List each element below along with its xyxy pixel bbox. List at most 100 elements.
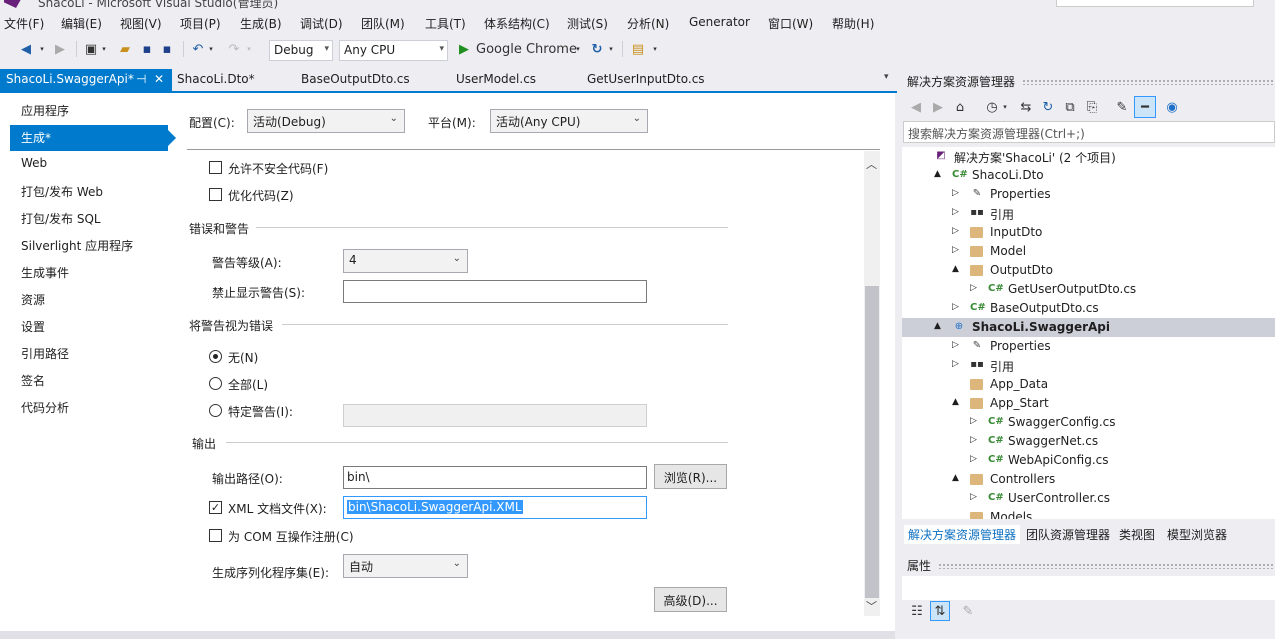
- tree-node[interactable]: App_Data: [902, 375, 1275, 394]
- advanced-button[interactable]: 高级(D)...: [654, 587, 727, 612]
- expand-arrow-icon[interactable]: ▷: [970, 435, 977, 445]
- tree-node[interactable]: ▲ C# ShacoLi.Dto: [902, 166, 1275, 185]
- new-project-dropdown-icon[interactable]: ▾: [100, 40, 108, 58]
- save-icon[interactable]: ▪: [138, 40, 156, 58]
- nav-settings[interactable]: 设置: [10, 314, 168, 340]
- solution-search-input[interactable]: 搜索解决方案资源管理器(Ctrl+;): [903, 121, 1275, 143]
- pending-changes-filter-icon[interactable]: ◷: [984, 98, 1000, 116]
- toolbar-overflow-icon[interactable]: ▾: [651, 40, 659, 58]
- expand-arrow-icon[interactable]: ▷: [952, 245, 959, 255]
- tab-solution-explorer[interactable]: 解决方案资源管理器: [904, 525, 1021, 544]
- tree-node[interactable]: ▷ C# SwaggerConfig.cs: [902, 413, 1275, 432]
- undo-dropdown-icon[interactable]: ▾: [207, 40, 215, 58]
- save-all-icon[interactable]: ▪: [158, 40, 176, 58]
- tab-class-view[interactable]: 类视图: [1115, 525, 1159, 544]
- menu-view[interactable]: 视图(V): [120, 14, 162, 33]
- quick-launch-input[interactable]: [1056, 0, 1254, 7]
- expand-arrow-icon[interactable]: ▷: [970, 283, 977, 293]
- filter-dropdown-icon[interactable]: ▾: [1001, 98, 1009, 116]
- menu-project[interactable]: 项目(P): [180, 14, 221, 33]
- nav-build-events[interactable]: 生成事件: [10, 260, 168, 286]
- preview-selected-icon[interactable]: ━: [1134, 96, 1156, 118]
- browse-button[interactable]: 浏览(R)...: [654, 464, 727, 489]
- tree-node[interactable]: ▷ Model: [902, 242, 1275, 261]
- tree-node[interactable]: ▲ OutputDto: [902, 261, 1275, 280]
- close-icon[interactable]: ✕: [154, 72, 164, 86]
- tab-getuserinputdto[interactable]: GetUserInputDto.cs: [581, 69, 711, 91]
- expand-arrow-icon[interactable]: ▷: [970, 454, 977, 464]
- forward-icon[interactable]: ▶: [50, 40, 70, 58]
- tree-node[interactable]: ◩ 解决方案'ShacoLi' (2 个项目): [902, 147, 1275, 166]
- properties-object-selector[interactable]: [902, 576, 1275, 600]
- run-target-button[interactable]: Google Chrome: [476, 40, 577, 58]
- expand-arrow-icon[interactable]: ▷: [952, 207, 959, 217]
- collapse-all-icon[interactable]: ⧉: [1062, 98, 1078, 116]
- menu-tools[interactable]: 工具(T): [425, 14, 466, 33]
- scrollbar-thumb[interactable]: [865, 286, 879, 598]
- config-select[interactable]: 活动(Debug) ⌄: [247, 109, 405, 133]
- sync-icon[interactable]: ⇆: [1018, 98, 1034, 116]
- tab-model-browser[interactable]: 模型浏览器: [1163, 525, 1231, 544]
- collapse-arrow-icon[interactable]: ▲: [952, 397, 959, 407]
- xml-doc-checkbox[interactable]: ✓: [209, 501, 222, 514]
- alphabetical-icon[interactable]: ⇅: [930, 601, 950, 621]
- xml-doc-input[interactable]: bin\ShacoLi.SwaggerApi.XML: [343, 496, 647, 519]
- class-diagram-icon[interactable]: ◉: [1164, 98, 1180, 116]
- treat-all-radio[interactable]: [209, 377, 222, 390]
- nav-build[interactable]: 生成*: [10, 125, 176, 151]
- expand-arrow-icon[interactable]: ▷: [952, 226, 959, 236]
- tab-list-dropdown-icon[interactable]: ▾: [878, 69, 895, 91]
- menu-help[interactable]: 帮助(H): [832, 14, 874, 33]
- menu-edit[interactable]: 编辑(E): [61, 14, 102, 33]
- expand-arrow-icon[interactable]: ▷: [952, 340, 959, 350]
- tree-node[interactable]: ▷ ▪▪ 引用: [902, 204, 1275, 223]
- menu-analyze[interactable]: 分析(N): [627, 14, 669, 33]
- expand-arrow-icon[interactable]: ▷: [952, 302, 959, 312]
- tree-node[interactable]: ▲ Controllers: [902, 470, 1275, 489]
- solution-config-combo[interactable]: Debug ▾: [269, 40, 333, 61]
- menu-build[interactable]: 生成(B): [240, 14, 282, 33]
- com-interop-checkbox[interactable]: [209, 529, 222, 542]
- menu-architecture[interactable]: 体系结构(C): [484, 14, 550, 33]
- home-icon[interactable]: ⌂: [952, 98, 968, 116]
- treat-none-radio[interactable]: [209, 350, 222, 363]
- tree-node[interactable]: ▷ C# SwaggerNet.cs: [902, 432, 1275, 451]
- redo-dropdown-icon[interactable]: ▾: [245, 40, 253, 58]
- run-target-dropdown-icon[interactable]: ▾: [574, 40, 582, 58]
- solution-platform-combo[interactable]: Any CPU ▾: [339, 40, 448, 61]
- start-debug-icon[interactable]: ▶: [456, 40, 472, 58]
- optimize-code-checkbox[interactable]: [209, 188, 222, 201]
- menu-test[interactable]: 测试(S): [567, 14, 608, 33]
- refresh-icon[interactable]: ↻: [1040, 98, 1056, 116]
- show-all-files-icon[interactable]: ⎘: [1084, 98, 1100, 116]
- platform-select[interactable]: 活动(Any CPU) ⌄: [490, 109, 648, 133]
- tree-node[interactable]: ▷ ✎ Properties: [902, 185, 1275, 204]
- properties-wrench-icon[interactable]: ✎: [1114, 98, 1130, 116]
- nav-code-analysis[interactable]: 代码分析: [10, 395, 168, 421]
- tree-node[interactable]: ▲ ⊕ ShacoLi.SwaggerApi: [902, 318, 1275, 337]
- open-file-icon[interactable]: ▰: [116, 40, 134, 58]
- output-path-input[interactable]: bin\: [343, 466, 647, 489]
- tree-node[interactable]: ▷ C# BaseOutputDto.cs: [902, 299, 1275, 318]
- collapse-arrow-icon[interactable]: ▲: [952, 473, 959, 483]
- allow-unsafe-checkbox[interactable]: [209, 161, 222, 174]
- nav-package-sql[interactable]: 打包/发布 SQL: [10, 206, 168, 232]
- nav-reference-paths[interactable]: 引用路径: [10, 341, 168, 367]
- tab-team-explorer[interactable]: 团队资源管理器: [1022, 525, 1114, 544]
- expand-arrow-icon[interactable]: ▷: [952, 359, 959, 369]
- serialization-select[interactable]: 自动 ⌄: [343, 554, 468, 578]
- menu-team[interactable]: 团队(M): [361, 14, 405, 33]
- new-project-icon[interactable]: ▣: [82, 40, 100, 58]
- scroll-down-icon[interactable]: ﹀: [866, 598, 877, 614]
- refresh-icon[interactable]: ↻: [588, 40, 606, 58]
- nav-package-web[interactable]: 打包/发布 Web: [10, 179, 168, 205]
- tree-node[interactable]: ▷ C# WebApiConfig.cs: [902, 451, 1275, 470]
- nav-resources[interactable]: 资源: [10, 287, 168, 313]
- treat-specific-radio[interactable]: [209, 404, 222, 417]
- undo-icon[interactable]: ↶: [189, 40, 207, 58]
- back-dropdown-icon[interactable]: ▾: [38, 40, 46, 58]
- tab-swaggerapi-properties[interactable]: ShacoLi.SwaggerApi* ⊣ ✕: [0, 69, 172, 91]
- property-pages-icon[interactable]: ✎: [960, 602, 976, 620]
- find-in-files-icon[interactable]: ▤: [629, 40, 647, 58]
- menu-generator[interactable]: Generator: [689, 14, 750, 30]
